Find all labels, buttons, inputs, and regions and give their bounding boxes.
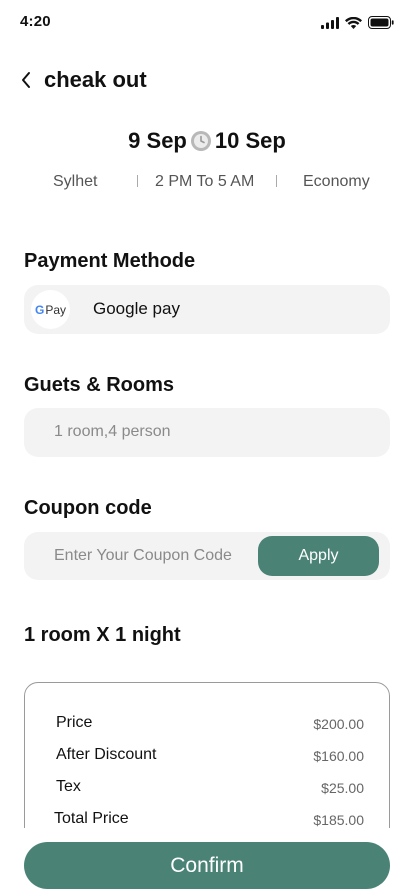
battery-icon (368, 16, 394, 29)
status-bar: 4:20 (0, 0, 414, 44)
google-g-logo: G (34, 302, 45, 317)
payment-method-field[interactable]: G Pay Google pay (24, 285, 390, 334)
price-row: Price $200.00 (25, 714, 389, 736)
header: cheak out (0, 62, 414, 98)
guests-rooms-placeholder: 1 room,4 person (54, 423, 171, 440)
coupon-code-label: Coupon code (24, 497, 152, 519)
google-pay-icon: G Pay (31, 290, 70, 329)
wifi-icon (345, 16, 362, 29)
time-range-text: 2 PM To 5 AM (155, 173, 255, 190)
class-text: Economy (303, 173, 370, 190)
price-label: Price (56, 714, 93, 731)
back-button[interactable] (14, 66, 38, 94)
divider (276, 175, 277, 187)
price-label: Tex (56, 778, 81, 795)
coupon-input[interactable]: Enter Your Coupon Code (54, 547, 232, 565)
price-value: $25.00 (321, 780, 364, 796)
page-title: cheak out (44, 67, 147, 92)
signal-icon (321, 16, 339, 29)
payment-method-value: Google pay (93, 299, 180, 318)
trip-meta: Sylhet 2 PM To 5 AM Economy (0, 170, 414, 194)
price-label: After Discount (56, 746, 157, 763)
price-label: Total Price (54, 810, 129, 827)
guests-rooms-label: Guets & Rooms (24, 374, 175, 396)
price-value: $200.00 (313, 716, 364, 732)
payment-method-label: Payment Methode (24, 250, 196, 272)
pay-text: Pay (45, 302, 67, 317)
date-range: 9 Sep 10 Sep (0, 124, 414, 158)
coupon-field: Enter Your Coupon Code Apply (24, 532, 390, 580)
apply-button[interactable]: Apply (258, 536, 379, 576)
price-breakdown: Price $200.00 After Discount $160.00 Tex… (24, 682, 390, 842)
date-from: 9 Sep (128, 128, 187, 153)
status-time: 4:20 (20, 13, 51, 30)
chevron-left-icon (22, 72, 30, 88)
status-icons (321, 16, 394, 29)
date-to: 10 Sep (214, 128, 286, 153)
confirm-button[interactable]: Confirm (24, 842, 390, 889)
price-row: Tex $25.00 (25, 778, 389, 800)
price-value: $160.00 (313, 748, 364, 764)
price-value: $185.00 (313, 812, 364, 828)
location-text: Sylhet (53, 173, 98, 190)
booking-summary-title: 1 room X 1 night (24, 624, 181, 646)
price-row: After Discount $160.00 (25, 746, 389, 768)
guests-rooms-field[interactable]: 1 room,4 person (24, 408, 390, 457)
clock-icon (190, 131, 211, 151)
divider (137, 175, 138, 187)
